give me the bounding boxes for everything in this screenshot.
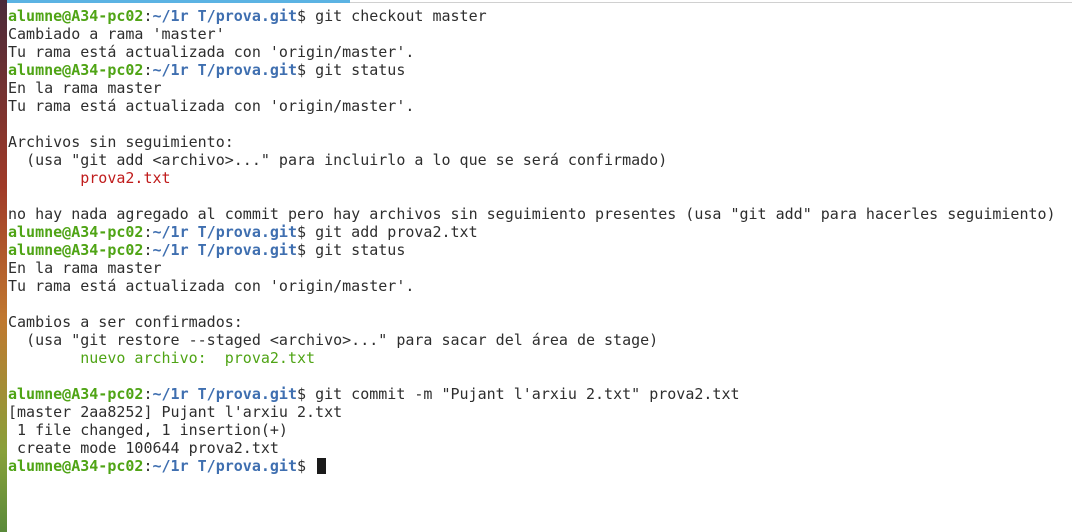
output-line: create mode 100644 prova2.txt xyxy=(8,439,1068,457)
prompt-char: $ xyxy=(297,385,307,403)
prompt-path: ~/1r T/prova.git xyxy=(152,223,298,241)
output-line: Cambios a ser confirmados: xyxy=(8,313,243,331)
prompt-user: alumne@A34-pc02 xyxy=(8,241,144,259)
prompt-line: alumne@A34-pc02:~/1r T/prova.git$ git co… xyxy=(8,385,1068,403)
prompt-path: ~/1r T/prova.git xyxy=(152,385,298,403)
output-line: En la rama master xyxy=(8,79,162,97)
prompt-separator: : xyxy=(143,241,153,259)
staged-label: nuevo archivo: xyxy=(80,349,207,367)
output-line: En la rama master xyxy=(8,259,162,277)
command-text: git add prova2.txt xyxy=(315,223,478,241)
command-text: git checkout master xyxy=(315,7,487,25)
prompt-char: $ xyxy=(297,457,307,475)
prompt-separator: : xyxy=(143,7,153,25)
prompt-user: alumne@A34-pc02 xyxy=(8,457,144,475)
prompt-path: ~/1r T/prova.git xyxy=(152,241,298,259)
output-line: [master 2aa8252] Pujant l'arxiu 2.txt xyxy=(8,403,343,421)
output-line: (usa "git add <archivo>..." para incluir… xyxy=(8,151,1068,169)
prompt-user: alumne@A34-pc02 xyxy=(8,7,144,25)
output-line: Tu rama está actualizada con 'origin/mas… xyxy=(8,43,415,61)
prompt-line: alumne@A34-pc02:~/1r T/prova.git$ git ch… xyxy=(8,7,1068,25)
prompt-separator: : xyxy=(143,385,153,403)
prompt-line: alumne@A34-pc02:~/1r T/prova.git$ git st… xyxy=(8,61,1068,79)
prompt-separator: : xyxy=(143,457,153,475)
desktop-background-strip xyxy=(0,0,7,532)
output-line: Cambiado a rama 'master' xyxy=(8,25,225,43)
prompt-path: ~/1r T/prova.git xyxy=(152,457,298,475)
prompt-separator: : xyxy=(143,223,153,241)
command-text: git status xyxy=(315,61,406,79)
output-line: 1 file changed, 1 insertion(+) xyxy=(8,421,1068,439)
staged-file: prova2.txt xyxy=(224,349,316,367)
prompt-char: $ xyxy=(297,241,307,259)
output-text: 1 file changed, 1 insertion(+) xyxy=(17,421,288,439)
prompt-char: $ xyxy=(297,7,307,25)
output-line: Tu rama está actualizada con 'origin/mas… xyxy=(8,277,415,295)
output-text: create mode 100644 prova2.txt xyxy=(17,439,279,457)
command-text: git commit -m "Pujant l'arxiu 2.txt" pro… xyxy=(315,385,740,403)
hint-text: (usa "git restore --staged <archivo>..."… xyxy=(26,331,659,349)
output-line: no hay nada agregado al commit pero hay … xyxy=(8,205,1056,223)
prompt-line-current[interactable]: alumne@A34-pc02:~/1r T/prova.git$ xyxy=(8,457,1068,475)
prompt-char: $ xyxy=(297,61,307,79)
text-cursor[interactable] xyxy=(317,458,327,474)
untracked-file: prova2.txt xyxy=(80,169,171,187)
prompt-user: alumne@A34-pc02 xyxy=(8,61,144,79)
terminal-top-border xyxy=(350,2,1072,3)
command-text: git status xyxy=(315,241,406,259)
output-line: (usa "git restore --staged <archivo>..."… xyxy=(8,331,1068,349)
staged-file-line: nuevo archivo: prova2.txt xyxy=(8,349,1068,367)
prompt-user: alumne@A34-pc02 xyxy=(8,385,144,403)
prompt-char: $ xyxy=(297,223,307,241)
untracked-file-line: prova2.txt xyxy=(8,169,1068,187)
prompt-path: ~/1r T/prova.git xyxy=(152,7,298,25)
prompt-path: ~/1r T/prova.git xyxy=(152,61,298,79)
prompt-line: alumne@A34-pc02:~/1r T/prova.git$ git st… xyxy=(8,241,1068,259)
hint-text: (usa "git add <archivo>..." para incluir… xyxy=(26,151,668,169)
prompt-separator: : xyxy=(143,61,153,79)
prompt-user: alumne@A34-pc02 xyxy=(8,223,144,241)
prompt-line: alumne@A34-pc02:~/1r T/prova.git$ git ad… xyxy=(8,223,1068,241)
output-line: Tu rama está actualizada con 'origin/mas… xyxy=(8,97,415,115)
active-tab-indicator xyxy=(7,0,350,3)
terminal-output[interactable]: alumne@A34-pc02:~/1r T/prova.git$ git ch… xyxy=(8,7,1068,475)
output-line: Archivos sin seguimiento: xyxy=(8,133,234,151)
